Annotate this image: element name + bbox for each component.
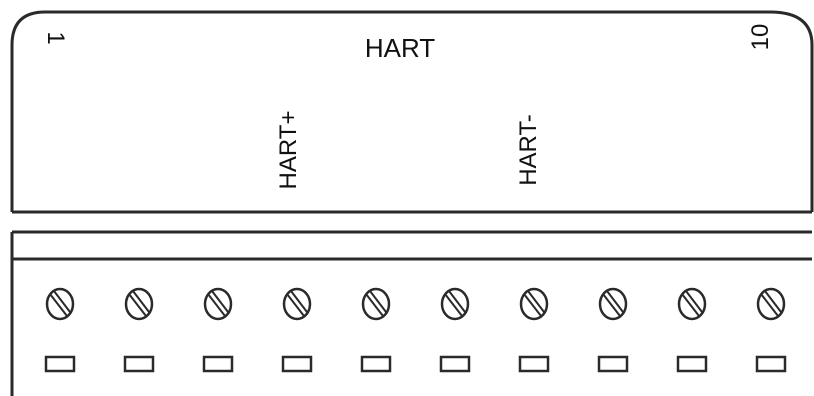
terminal-number-last: 10 bbox=[747, 24, 774, 51]
terminal-screw-4 bbox=[282, 287, 312, 321]
terminal-slot-8 bbox=[597, 355, 629, 373]
signal-label-hart-minus: HART- bbox=[515, 114, 542, 186]
terminal-screw-9 bbox=[677, 287, 707, 321]
terminal-slot-1 bbox=[44, 355, 76, 373]
terminal-block-diagram: 1 10 HART HART+ HART- bbox=[10, 10, 814, 396]
signal-label-hart-plus: HART+ bbox=[275, 111, 302, 190]
terminal-slot-3 bbox=[202, 355, 234, 373]
terminal-screw-5 bbox=[361, 287, 391, 321]
terminal-slot-5 bbox=[360, 355, 392, 373]
terminal-number-first: 1 bbox=[42, 31, 69, 44]
terminal-screw-1 bbox=[45, 287, 75, 321]
terminal-slot-9 bbox=[676, 355, 708, 373]
terminal-slot-10 bbox=[755, 355, 787, 373]
terminal-screw-2 bbox=[124, 287, 154, 321]
header-label: HART bbox=[365, 33, 435, 63]
terminal-row bbox=[44, 287, 787, 373]
terminal-screw-7 bbox=[519, 287, 549, 321]
terminal-slot-7 bbox=[518, 355, 550, 373]
terminal-slot-6 bbox=[439, 355, 471, 373]
terminal-screw-6 bbox=[440, 287, 470, 321]
terminal-screw-3 bbox=[203, 287, 233, 321]
terminal-screw-8 bbox=[598, 287, 628, 321]
terminal-slot-4 bbox=[281, 355, 313, 373]
terminal-screw-10 bbox=[756, 287, 786, 321]
terminal-slot-2 bbox=[123, 355, 155, 373]
